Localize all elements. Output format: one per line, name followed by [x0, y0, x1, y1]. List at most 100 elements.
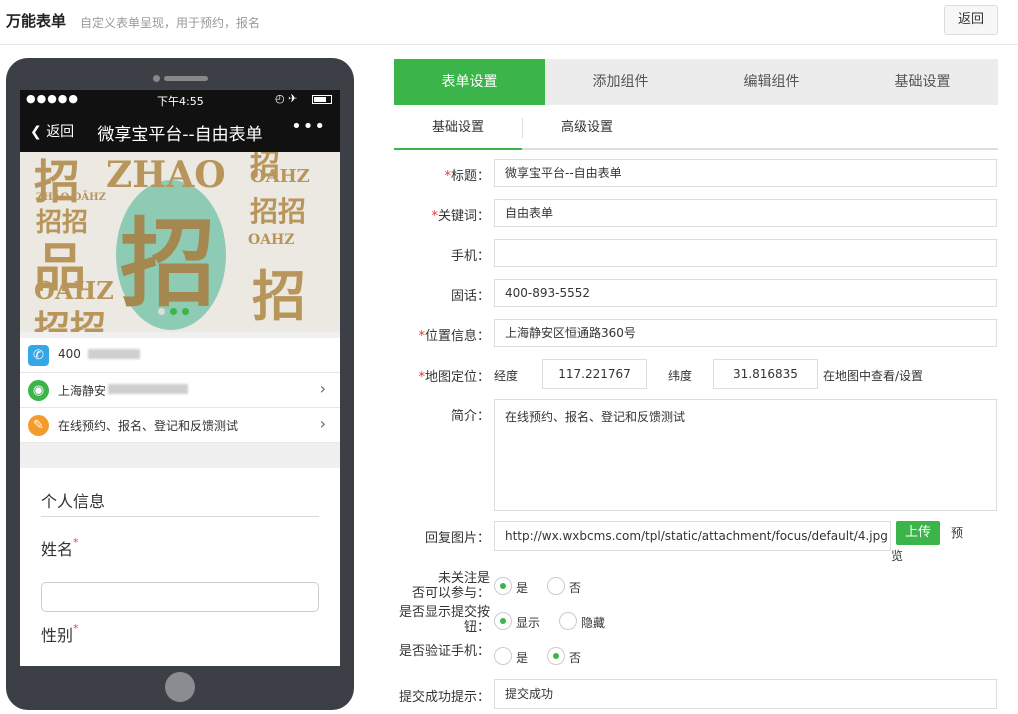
- show-submit-no-radio[interactable]: [559, 612, 577, 630]
- info-intro-text: 在线预约、报名、登记和反馈测试: [58, 419, 239, 433]
- name-label-text: 姓名: [41, 540, 74, 559]
- tab-edit-component[interactable]: 编辑组件: [696, 59, 847, 105]
- preview-link[interactable]: 预: [951, 524, 963, 541]
- info-row-address[interactable]: ◉ 上海静安 ›: [20, 373, 340, 408]
- intro-textarea[interactable]: 在线预约、报名、登记和反馈测试: [494, 399, 997, 511]
- location-pin-icon: ◉: [28, 380, 49, 401]
- main-tabs: 表单设置 添加组件 编辑组件 基础设置: [394, 59, 998, 105]
- landline-label: 固话：: [450, 289, 490, 304]
- phone-preview: ●●●●● 下午4:55 ◴ ✈ ❮ 返回 微享宝平台--自由表单 ••• 招 …: [6, 58, 354, 710]
- show-submit-label: 是否显示提交按 钮：: [394, 605, 490, 635]
- unfollow-no-radio[interactable]: [547, 577, 565, 595]
- name-input[interactable]: [41, 582, 319, 612]
- upload-button[interactable]: 上传: [896, 521, 940, 545]
- unfollow-no-label: 否: [569, 581, 582, 595]
- gender-label-text: 性别: [41, 626, 74, 645]
- phone-nav-bar: ❮ 返回 微享宝平台--自由表单 •••: [20, 110, 340, 152]
- verify-yes-radio[interactable]: [494, 647, 512, 665]
- phone-screen: ●●●●● 下午4:55 ◴ ✈ ❮ 返回 微享宝平台--自由表单 ••• 招 …: [20, 90, 340, 666]
- subtab-basic[interactable]: 基础设置: [394, 110, 522, 150]
- required-mark: *: [73, 622, 79, 635]
- section-title: 个人信息: [41, 492, 106, 511]
- title-input[interactable]: 微享宝平台--自由表单: [494, 159, 997, 187]
- status-bar: ●●●●● 下午4:55 ◴ ✈: [20, 90, 340, 110]
- more-icon[interactable]: •••: [291, 116, 326, 137]
- mobile-label: 手机：: [450, 249, 490, 264]
- longitude-label: 经度: [494, 369, 519, 383]
- show-submit-yes-radio[interactable]: [494, 612, 512, 630]
- alarm-icon: ◴ ✈: [275, 92, 298, 105]
- show-submit-label-line1: 是否显示提交按: [398, 605, 490, 620]
- latitude-label: 纬度: [668, 369, 693, 383]
- banner-word: 招: [252, 264, 306, 328]
- info-phone-text: 400: [58, 347, 81, 361]
- verify-no-label: 否: [569, 651, 582, 665]
- image-label: 回复图片：: [424, 531, 490, 546]
- verify-mobile-label: 是否验证手机：: [398, 644, 490, 659]
- image-url-input[interactable]: http://wx.wxbcms.com/tpl/static/attachme…: [494, 521, 891, 551]
- landline-input[interactable]: 400-893-5552: [494, 279, 997, 307]
- tab-add-component[interactable]: 添加组件: [545, 59, 696, 105]
- home-button[interactable]: [165, 672, 195, 702]
- show-submit-yes-label: 显示: [516, 616, 541, 630]
- pencil-icon: ✎: [28, 415, 49, 436]
- page-header: 万能表单 自定义表单呈现，用于预约，报名 返回: [0, 0, 1018, 45]
- keyword-label: *关键词：: [394, 205, 490, 224]
- chevron-right-icon: ›: [319, 414, 326, 433]
- latitude-input[interactable]: 31.816835: [713, 359, 818, 389]
- map-label-text: 地图定位：: [424, 370, 490, 385]
- phone-icon: ✆: [28, 345, 49, 366]
- form-section: 个人信息 姓名* 性别*: [20, 468, 340, 666]
- title-label-text: 标题：: [450, 169, 490, 184]
- page-subtitle: 自定义表单呈现，用于预约，报名: [80, 16, 261, 30]
- map-view-link[interactable]: 在地图中查看/设置: [823, 367, 923, 384]
- name-field-label: 姓名*: [41, 536, 79, 560]
- success-tip-input[interactable]: 提交成功: [494, 679, 997, 709]
- blurred-text: [88, 349, 140, 359]
- unfollow-label-line2: 否可以参与：: [411, 586, 490, 601]
- mobile-input[interactable]: [494, 239, 997, 267]
- location-input[interactable]: 上海静安区恒通路360号: [494, 319, 997, 347]
- signal-icon: ●●●●●: [26, 92, 79, 105]
- unfollow-label-line1: 未关注是: [437, 571, 490, 586]
- sub-tabs: 基础设置 高级设置: [394, 110, 998, 150]
- location-label: *位置信息：: [394, 325, 490, 344]
- required-mark: *: [73, 536, 79, 549]
- banner-word: OAHZ: [248, 232, 295, 248]
- carousel-dots[interactable]: [158, 304, 194, 319]
- info-address-text: 上海静安: [58, 384, 107, 398]
- success-tip-label: 提交成功提示：: [398, 690, 490, 705]
- blurred-text: [108, 384, 188, 394]
- banner-word: 招: [250, 152, 280, 183]
- longitude-input[interactable]: 117.221767: [542, 359, 647, 389]
- verify-no-radio[interactable]: [547, 647, 565, 665]
- verify-yes-label: 是: [516, 651, 529, 665]
- unfollow-yes-radio[interactable]: [494, 577, 512, 595]
- back-button[interactable]: 返回: [944, 5, 998, 35]
- section-divider: [41, 516, 319, 517]
- keyword-input[interactable]: 自由表单: [494, 199, 997, 227]
- show-submit-label-line2: 钮：: [463, 620, 490, 635]
- keyword-label-text: 关键词：: [437, 209, 490, 224]
- banner-image: 招 ZHAO OAHZ 招 ZHĀO OĀHZ 招招 招 品 招招 OAHZ 招…: [20, 152, 340, 332]
- gender-field-label: 性别*: [41, 622, 79, 646]
- title-label: *标题：: [394, 165, 490, 184]
- tab-form-settings[interactable]: 表单设置: [394, 59, 545, 105]
- intro-label: 简介：: [450, 409, 490, 424]
- unfollow-yes-label: 是: [516, 581, 529, 595]
- banner-word: 招招: [34, 308, 107, 332]
- status-time: 下午4:55: [157, 95, 204, 108]
- info-row-phone[interactable]: ✆ 400: [20, 338, 340, 373]
- subtab-advanced[interactable]: 高级设置: [523, 110, 651, 148]
- preview-link-wrap[interactable]: 览: [891, 547, 903, 564]
- banner-word: 招招: [250, 195, 307, 228]
- tab-basic-settings[interactable]: 基础设置: [847, 59, 998, 105]
- show-submit-no-label: 隐藏: [581, 616, 606, 630]
- page-title: 万能表单: [6, 12, 67, 30]
- battery-icon: [312, 95, 332, 104]
- phone-speaker: [164, 76, 208, 81]
- phone-camera: [153, 75, 160, 82]
- chevron-right-icon: ›: [319, 379, 326, 398]
- info-row-intro[interactable]: ✎ 在线预约、报名、登记和反馈测试 ›: [20, 408, 340, 443]
- location-label-text: 位置信息：: [424, 329, 490, 344]
